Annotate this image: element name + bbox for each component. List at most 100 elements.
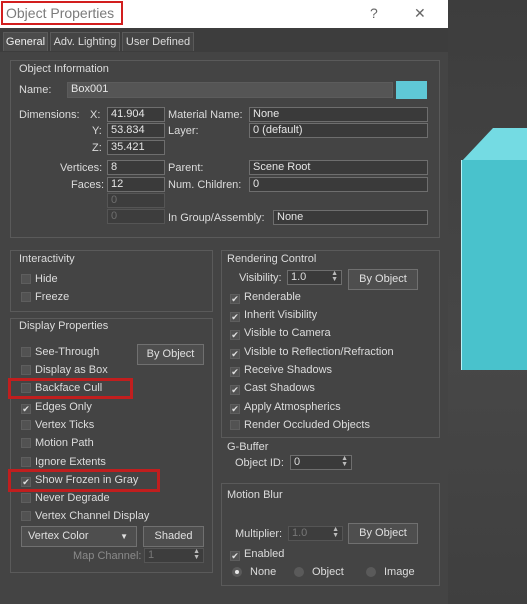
never-degrade-label: Never Degrade [35,492,110,504]
checkbox-box[interactable]: ✔ [230,294,240,304]
map-channel-spinner[interactable]: 1 ▲ ▼ [144,548,204,563]
radio-dot[interactable] [232,567,242,577]
render-occluded-checkbox[interactable]: Render Occluded Objects [230,419,370,431]
spinner-arrows-icon[interactable]: ▲ ▼ [193,548,200,561]
checkbox-box[interactable] [21,457,31,467]
receive-shadows-label: Receive Shadows [244,364,333,376]
object-id-value: 0 [294,456,301,468]
x-dimension-field: 41.904 [107,107,165,122]
visible-reflection-label: Visible to Reflection/Refraction [244,346,394,358]
y-label: Y: [92,125,102,137]
spinner-arrows-icon[interactable]: ▲ ▼ [331,270,338,283]
name-label: Name: [19,84,52,96]
multiplier-spinner[interactable]: 1.0 ▲ ▼ [288,526,343,541]
freeze-checkbox[interactable]: Freeze [21,291,69,303]
visibility-label: Visibility: [239,272,282,284]
checkbox-box[interactable]: ✔ [21,404,31,414]
extra-field-1: 0 [107,193,165,208]
checkbox-box[interactable]: ✔ [230,404,240,414]
blur-object-label: Object [312,566,344,578]
object-color-swatch[interactable] [396,81,427,99]
checkbox-box[interactable]: ✔ [230,385,240,395]
cast-shadows-checkbox[interactable]: ✔ Cast Shadows [230,382,315,395]
checkbox-box[interactable] [21,347,31,357]
checkbox-box[interactable] [21,365,31,375]
in-group-field: None [273,210,428,225]
checkbox-box[interactable] [21,438,31,448]
hide-checkbox[interactable]: Hide [21,273,58,285]
title-bar[interactable]: Object Properties ? ✕ [0,0,448,28]
enabled-checkbox[interactable]: ✔ Enabled [230,548,284,561]
inherit-visibility-checkbox[interactable]: ✔ Inherit Visibility [230,309,317,322]
blur-none-radio[interactable]: None [232,566,276,578]
edges-only-checkbox[interactable]: ✔ Edges Only [21,401,92,414]
vertex-ticks-checkbox[interactable]: Vertex Ticks [21,419,94,431]
blur-object-radio[interactable]: Object [294,566,344,578]
spinner-arrows-icon[interactable]: ▲ ▼ [341,455,348,468]
visibility-spinner[interactable]: 1.0 ▲ ▼ [287,270,342,285]
display-as-box-label: Display as Box [35,364,108,376]
apply-atmospherics-checkbox[interactable]: ✔ Apply Atmospherics [230,401,341,414]
object-id-label: Object ID: [235,457,284,469]
rendering-by-object-button[interactable]: By Object [348,269,418,290]
checkbox-box[interactable]: ✔ [230,551,240,561]
num-children-label: Num. Children: [168,179,242,191]
see-through-label: See-Through [35,346,100,358]
object-id-spinner[interactable]: 0 ▲ ▼ [290,455,352,470]
motion-path-checkbox[interactable]: Motion Path [21,437,94,449]
close-button[interactable]: ✕ [414,5,426,22]
motion-blur-by-object-button[interactable]: By Object [348,523,418,544]
checkbox-box[interactable] [21,420,31,430]
help-button[interactable]: ? [370,5,378,21]
visible-reflection-checkbox[interactable]: ✔ Visible to Reflection/Refraction [230,346,394,359]
cast-shadows-label: Cast Shadows [244,382,315,394]
render-occluded-label: Render Occluded Objects [244,419,370,431]
see-through-checkbox[interactable]: See-Through [21,346,99,358]
display-as-box-checkbox[interactable]: Display as Box [21,364,108,376]
blur-none-label: None [250,566,277,578]
vertex-color-dropdown[interactable]: Vertex Color ▼ [21,526,137,547]
ignore-extents-checkbox[interactable]: Ignore Extents [21,456,106,468]
renderable-checkbox[interactable]: ✔ Renderable [230,291,301,304]
faces-field: 12 [107,177,165,192]
enabled-label: Enabled [244,548,285,560]
checkbox-box[interactable]: ✔ [230,312,240,322]
tab-general[interactable]: General [3,32,48,51]
object-properties-dialog: Object Properties ? ✕ General Adv. Light… [0,0,448,604]
dimensions-label: Dimensions: [19,109,80,121]
radio-dot[interactable] [366,567,376,577]
z-label: Z: [92,142,102,154]
receive-shadows-checkbox[interactable]: ✔ Receive Shadows [230,364,332,377]
in-group-label: In Group/Assembly: [168,212,265,224]
shaded-button[interactable]: Shaded [143,526,204,547]
ignore-extents-label: Ignore Extents [35,456,106,468]
never-degrade-checkbox[interactable]: Never Degrade [21,492,110,504]
spinner-arrows-icon[interactable]: ▲ ▼ [332,526,339,539]
show-frozen-gray-highlight-box [8,469,160,492]
rendering-control-header: Rendering Control [227,253,317,265]
vertex-channel-display-checkbox[interactable]: Vertex Channel Display [21,510,149,522]
vertex-channel-display-label: Vertex Channel Display [35,510,150,522]
material-name-field: None [249,107,428,122]
checkbox-box[interactable] [21,511,31,521]
checkbox-box[interactable]: ✔ [230,349,240,359]
blur-image-radio[interactable]: Image [366,566,415,578]
apply-atmospherics-label: Apply Atmospherics [244,401,341,413]
vertex-ticks-label: Vertex Ticks [35,419,95,431]
display-by-object-button[interactable]: By Object [137,344,204,365]
backface-cull-highlight-box [8,378,133,399]
layer-label: Layer: [168,125,199,137]
checkbox-box[interactable] [230,420,240,430]
tab-user-defined[interactable]: User Defined [122,32,194,51]
checkbox-box[interactable] [21,493,31,503]
radio-dot[interactable] [294,567,304,577]
checkbox-box[interactable] [21,292,31,302]
checkbox-box[interactable]: ✔ [230,330,240,340]
visible-camera-label: Visible to Camera [244,327,331,339]
parent-label: Parent: [168,162,204,174]
tab-adv-lighting[interactable]: Adv. Lighting [50,32,120,51]
checkbox-box[interactable]: ✔ [230,367,240,377]
name-field[interactable]: Box001 [67,82,393,98]
checkbox-box[interactable] [21,274,31,284]
visible-camera-checkbox[interactable]: ✔ Visible to Camera [230,327,331,340]
